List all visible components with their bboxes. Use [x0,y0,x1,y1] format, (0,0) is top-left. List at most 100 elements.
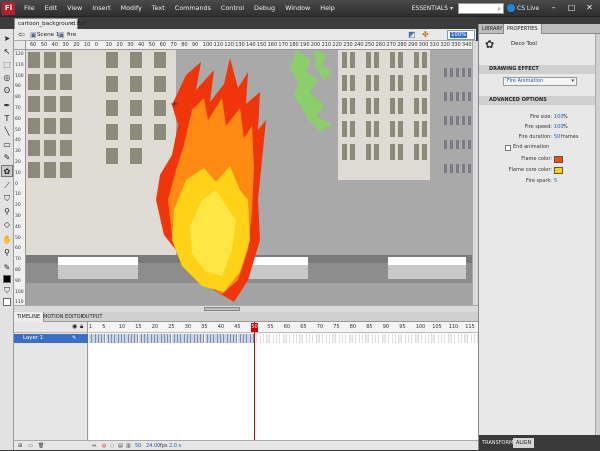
ruler-tick-label: 310 [429,42,440,48]
fire-spark-value[interactable]: 5 [554,178,557,185]
ruler-tick-label: 90 [15,278,21,284]
fire-duration-value[interactable]: 50 [554,134,560,141]
advanced-options-header[interactable]: ADVANCED OPTIONS [479,96,597,105]
line-tool-icon[interactable]: ╲ [1,126,13,138]
cs-live-button[interactable]: CS Live [517,2,539,15]
ruler-tick-label: 260 [375,42,386,48]
frame-number: 85 [366,324,373,330]
playhead-marker[interactable]: 50 [251,323,258,332]
document-tab[interactable]: cartoon_background.fla* × [14,18,87,29]
bottom-panel-tabs: TIMELINE MOTION EDITOR OUTPUT [14,312,478,322]
frame-number: 80 [349,324,357,330]
tab-align[interactable]: ALIGN [513,438,535,448]
section-title: DRAWING EFFECT [489,66,539,72]
ruler-tick-label: 100 [15,73,24,79]
back-arrow-icon[interactable]: ⇦ [18,29,25,41]
ruler-tick-label: 50 [15,127,21,133]
scroll-thumb[interactable] [204,307,240,311]
ruler-tick-label: 100 [15,289,24,295]
deco-tool-icon[interactable]: ✿ [1,165,13,177]
menu-item[interactable]: Control [216,4,249,13]
menu-item[interactable]: Edit [40,4,62,13]
frame-number: 55 [267,324,274,330]
text-tool-icon[interactable]: T [1,113,13,125]
eye-icon[interactable]: ◉ [72,323,77,330]
3d-rotation-tool-icon[interactable]: ◎ [1,72,13,84]
tab-transform[interactable]: TRANSFORM [479,438,516,448]
lock-icon[interactable]: 🔒︎ [80,323,83,331]
stage[interactable]: + [26,50,472,305]
menu-item[interactable]: Modify [116,4,147,13]
timeline-panel: ◉ 🔒︎ Layer 1 ✎ 1510152025303540455055606… [14,322,478,440]
tool-name: Deco Tool [511,41,537,47]
fire-size-label: Fire size: [530,114,552,120]
frame-number: 1 [89,324,93,330]
drawing-effect-header[interactable]: DRAWING EFFECT [479,65,597,74]
pencil-tool-icon[interactable]: ✎ [1,152,13,164]
menu-item[interactable]: Commands [170,4,216,13]
drawing-effect-select[interactable]: Fire Animation ▾ [503,77,577,86]
frame-number: 65 [300,324,307,330]
layer-row[interactable]: Layer 1 ✎ [14,334,88,343]
free-transform-tool-icon[interactable]: ⬚ [1,59,13,71]
fire-speed-label: Fire speed: [524,124,552,130]
menu-item[interactable]: Window [280,4,315,13]
frame-number: 5 [102,324,106,330]
fill-color-icon[interactable]: ⛉ [1,285,13,297]
breadcrumb-symbol[interactable]: fire [67,29,76,41]
frames-area[interactable]: 1510152025303540455055606570758085909510… [89,322,478,440]
ruler-tick-label: 230 [343,42,353,48]
stroke-color-swatch[interactable] [3,275,11,283]
tab-properties[interactable]: PROPERTIES [503,24,542,34]
panel-scrollbar[interactable] [595,34,600,435]
ruler-tick-label: 120 [224,42,234,48]
close-button[interactable]: ✕ [581,1,598,15]
close-tab-icon[interactable]: × [69,19,74,29]
menu-item[interactable]: Help [315,4,340,13]
minimize-button[interactable]: – [545,1,562,15]
chevron-down-icon[interactable]: ▾ [450,2,458,15]
tab-library[interactable]: LIBRARY [479,24,506,34]
fire-duration-label: Fire duration: [518,134,552,140]
stroke-color-icon[interactable]: ✎ [1,262,13,274]
ruler-tick-label: 120 [15,52,24,57]
ruler-tick-label: 340 [462,42,472,48]
help-search-input[interactable]: ⌕ [458,3,504,14]
playhead[interactable] [254,322,255,440]
maximize-button[interactable]: □ [563,1,580,15]
pen-tool-icon[interactable]: ✒ [1,100,13,112]
edit-symbols-icon[interactable]: ✤ [422,29,429,41]
lasso-tool-icon[interactable]: ʘ [1,85,13,97]
subselection-tool-icon[interactable]: ↖ [1,46,13,58]
chevron-down-icon: ▾ [571,78,574,84]
rectangle-tool-icon[interactable]: ▭ [1,139,13,151]
paint-bucket-icon[interactable]: ⛉ [1,193,13,205]
menu-item[interactable]: View [62,4,87,13]
tab-output[interactable]: OUTPUT [79,312,105,322]
selection-tool-icon[interactable]: ➤ [1,33,13,45]
eraser-icon[interactable]: ◇ [1,219,13,231]
end-animation-checkbox[interactable] [505,145,511,151]
zoom-combobox[interactable]: 100% [447,30,475,40]
menu-item[interactable]: File [19,4,40,13]
window-controls: – □ ✕ [545,1,599,15]
breadcrumb-scene[interactable]: Scene 1 [37,29,59,41]
stage-horizontal-scrollbar[interactable] [14,305,478,312]
hand-tool-icon[interactable]: ✋ [1,234,13,246]
eyedropper-icon[interactable]: ⚲ [1,206,13,218]
ruler-tick-label: 50 [15,235,21,241]
bone-tool-icon[interactable]: ⟋ [1,180,13,192]
flame-core-color-swatch[interactable] [554,167,563,174]
edit-scene-icon[interactable]: ◩ [408,29,416,41]
menu-item[interactable]: Debug [249,4,280,13]
ruler-tick-label: 30 [15,149,21,155]
ruler-tick-label: 10 [15,170,21,176]
menu-item[interactable]: Insert [87,4,115,13]
menu-item[interactable]: Text [147,4,170,13]
flame-color-swatch[interactable] [554,156,563,163]
workspace-switcher[interactable]: ESSENTIALS [406,2,450,15]
ruler-tick-label: 110 [15,62,24,68]
panel-bottom-tabs: TRANSFORM ALIGN [479,435,600,450]
fill-color-swatch[interactable] [3,298,11,306]
zoom-tool-icon[interactable]: ⚲ [1,247,13,259]
